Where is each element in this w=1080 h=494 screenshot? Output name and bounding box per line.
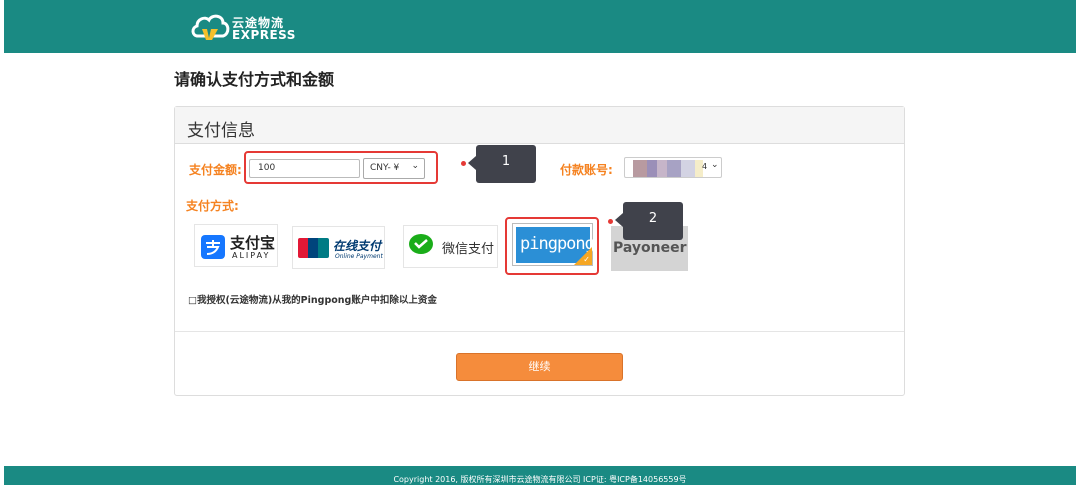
amount-input[interactable]: 100 [249,159,360,178]
footer-copyright: Copyright 2016, 版权所有深圳市云途物流有限公司 ICP证: 粤I… [4,466,1076,485]
payment-option-wechat[interactable]: 微信支付 [403,225,498,268]
masked-pixel [647,160,657,177]
account-label: 付款账号: [560,163,613,177]
currency-selected-value: CNY- ¥ [370,163,400,173]
masked-pixel [667,160,681,177]
checkmark-icon: ✓ [583,255,590,264]
annotation-callout-2: 2 [615,202,683,240]
unionpay-label-en: Online Payment [335,253,383,260]
unionpay-icon [298,238,329,258]
masked-pixel [633,160,647,177]
payment-method-label: 支付方式: [186,199,239,213]
annotation-callout-1: 1 [468,145,536,183]
account-suffix: 4 [702,162,708,171]
cloud-logo-icon [191,14,230,40]
payment-option-alipay[interactable]: 支付宝 ALIPAY [194,224,278,267]
site-header: 云途物流 EXPRESS [4,0,1076,53]
masked-pixel [681,160,695,177]
page-title: 请确认支付方式和金额 [174,70,335,89]
payment-option-pingpong[interactable]: pingpong ✓ [512,223,595,266]
wechat-icon [409,234,433,254]
account-select[interactable]: 4 ⌄ [624,157,722,178]
annotation-dot-1 [461,161,466,166]
chevron-down-icon: ⌄ [711,160,719,170]
amount-label: 支付金额: [189,163,242,177]
alipay-label-cn: 支付宝 [230,234,276,252]
annotation-dot-2 [608,219,613,224]
masked-pixel [657,160,667,177]
unionpay-label-cn: 在线支付 [333,239,382,253]
wechat-label: 微信支付 [442,242,495,257]
chevron-down-icon: ⌄ [411,161,419,171]
continue-button[interactable]: 继续 [456,353,623,381]
logo-en-text: EXPRESS [232,28,296,42]
panel-title: 支付信息 [175,107,904,144]
authorize-checkbox-label[interactable]: □我授权(云途物流)从我的Pingpong账户中扣除以上资金 [188,292,437,306]
panel-divider [175,331,904,332]
logo[interactable]: 云途物流 EXPRESS [190,10,305,44]
alipay-icon [201,235,225,259]
payoneer-label: Payoneer [613,240,687,256]
alipay-label-en: ALIPAY [232,251,271,260]
currency-select[interactable]: CNY- ¥ ⌄ [363,158,425,179]
payment-option-unionpay[interactable]: 在线支付 Online Payment [292,226,385,269]
